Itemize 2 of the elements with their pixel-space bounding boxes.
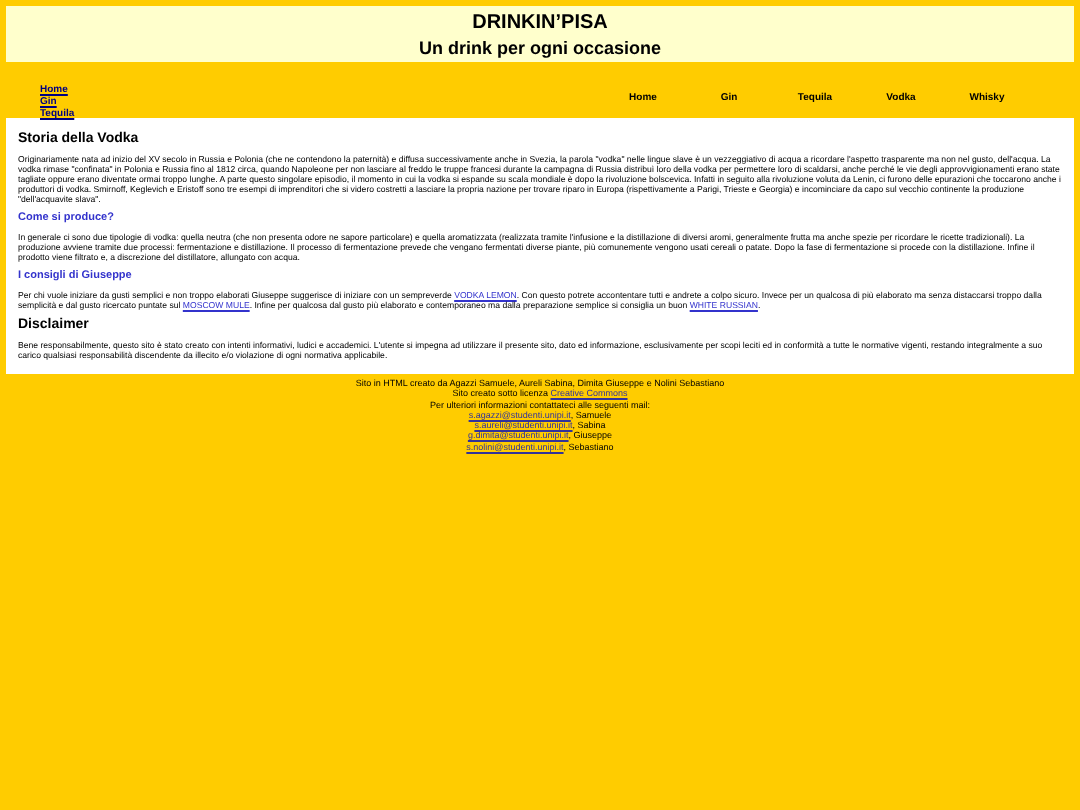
site-title: DRINKIN’PISA <box>470 10 610 36</box>
site-subtitle: Un drink per ogni occasione <box>416 36 664 60</box>
